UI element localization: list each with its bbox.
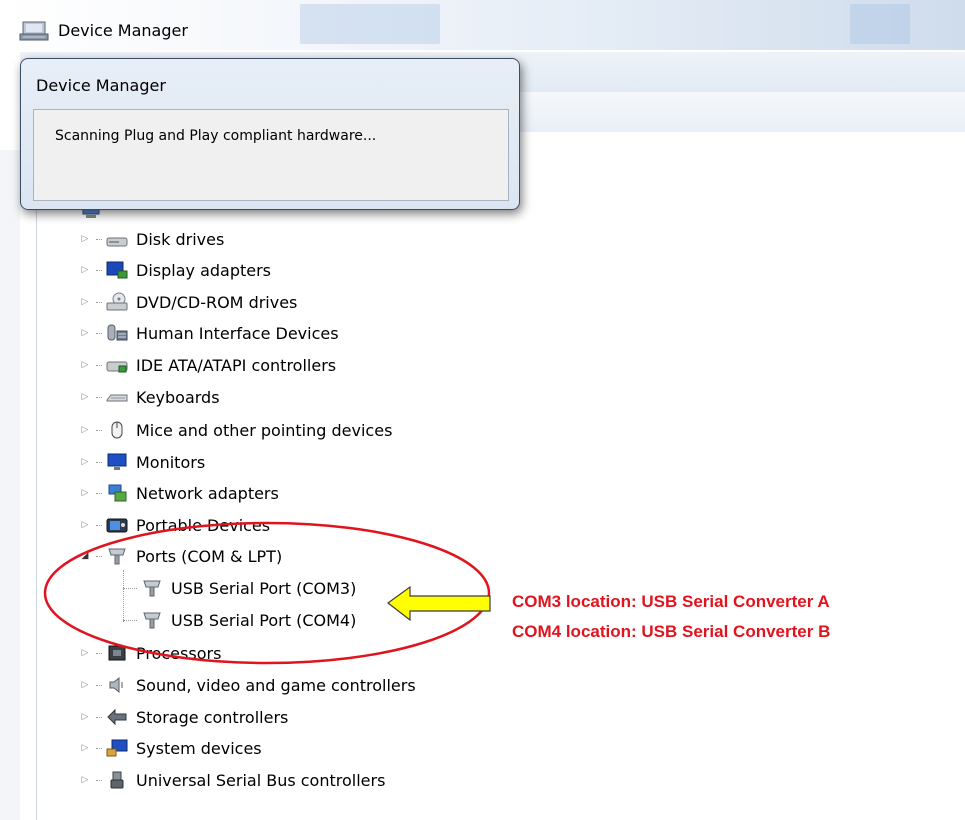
annotation-line-com3: COM3 location: USB Serial Converter A xyxy=(512,592,830,611)
annotation-overlay xyxy=(43,521,491,665)
yellow-arrow-icon xyxy=(386,585,491,622)
highlight-ellipse xyxy=(43,521,491,665)
annotation-line-com4: COM4 location: USB Serial Converter B xyxy=(512,622,831,641)
